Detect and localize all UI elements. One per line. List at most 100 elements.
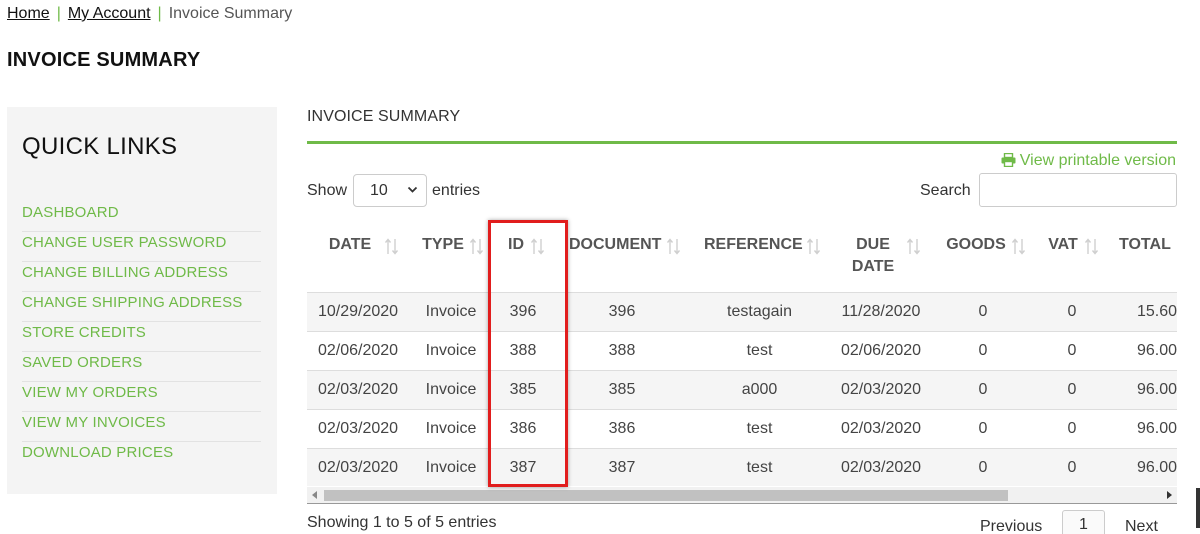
- cell-type: Invoice: [425, 459, 477, 476]
- breadcrumb: Home | My Account | Invoice Summary: [7, 5, 292, 23]
- column-header-document[interactable]: DOCUMENT: [569, 234, 661, 256]
- sidebar-item-saved-orders[interactable]: SAVED ORDERS: [22, 352, 261, 382]
- cell-reference: a000: [741, 381, 778, 398]
- section-heading: INVOICE SUMMARY: [307, 108, 461, 125]
- cell-date: 10/29/2020: [317, 303, 399, 320]
- cell-date: 02/03/2020: [317, 459, 399, 476]
- cell-document: 388: [608, 342, 636, 359]
- cell-reference: test: [746, 420, 773, 437]
- sidebar-item-download-prices[interactable]: DOWNLOAD PRICES: [22, 442, 261, 472]
- sidebar-item-billing-address[interactable]: CHANGE BILLING ADDRESS: [22, 262, 261, 292]
- chevron-down-icon: [407, 186, 418, 193]
- search-input[interactable]: [979, 173, 1177, 207]
- cell-due-date: 11/28/2020: [841, 303, 921, 320]
- column-header-goods[interactable]: GOODS: [945, 234, 1007, 256]
- sidebar-item-dashboard[interactable]: DASHBOARD: [22, 202, 261, 232]
- sidebar-item-store-credits[interactable]: STORE CREDITS: [22, 322, 261, 352]
- window-edge-marker: [1196, 488, 1200, 528]
- column-header-date[interactable]: DATE: [315, 234, 385, 256]
- cell-total: 96.00: [1136, 381, 1177, 398]
- cell-vat: 0: [1067, 459, 1077, 476]
- scroll-left-arrow-icon[interactable]: [312, 491, 318, 499]
- sidebar-item-view-orders[interactable]: VIEW MY ORDERS: [22, 382, 261, 412]
- breadcrumb-home-link[interactable]: Home: [7, 5, 50, 22]
- page-length-select[interactable]: 10: [353, 174, 428, 207]
- cell-type: Invoice: [425, 420, 477, 437]
- previous-page-button[interactable]: Previous: [980, 518, 1042, 534]
- table-row: 02/03/2020 Invoice 385 385 a000 02/03/20…: [307, 370, 1177, 409]
- id-column-highlight: [488, 220, 568, 487]
- cell-vat: 0: [1067, 342, 1077, 359]
- cell-due-date: 02/03/2020: [840, 420, 922, 437]
- sort-both-icon: [1012, 238, 1026, 255]
- cell-goods: 0: [978, 342, 988, 359]
- scroll-right-arrow-icon[interactable]: [1166, 491, 1172, 499]
- due-date-line-2: DATE: [851, 258, 895, 275]
- invoice-table: DATE TYPE ID DOCUMENT REFERENCE DUE DATE…: [307, 216, 1177, 486]
- cell-reference: testagain: [727, 303, 792, 320]
- column-header-due-date[interactable]: DUE DATE: [845, 234, 901, 278]
- cell-due-date: 02/03/2020: [840, 459, 922, 476]
- search-label: Search: [920, 182, 971, 199]
- sort-both-icon: [667, 238, 681, 255]
- page-1-button[interactable]: 1: [1062, 510, 1105, 534]
- heading-divider: [307, 141, 1177, 144]
- page-length-value: 10: [370, 181, 388, 199]
- cell-vat: 0: [1067, 420, 1077, 437]
- table-row: 02/03/2020 Invoice 387 387 test 02/03/20…: [307, 448, 1177, 486]
- cell-type: Invoice: [425, 381, 477, 398]
- column-header-type[interactable]: TYPE: [419, 234, 467, 256]
- breadcrumb-current: Invoice Summary: [168, 5, 293, 22]
- quick-links-list: DASHBOARD CHANGE USER PASSWORD CHANGE BI…: [22, 202, 261, 472]
- cell-document: 385: [608, 381, 636, 398]
- show-label: Show: [307, 181, 348, 199]
- next-page-button[interactable]: Next: [1125, 518, 1158, 534]
- sort-both-icon: [907, 238, 921, 255]
- column-header-total[interactable]: TOTAL: [1119, 234, 1177, 256]
- table-row: 02/06/2020 Invoice 388 388 test 02/06/20…: [307, 331, 1177, 370]
- breadcrumb-account-link[interactable]: My Account: [68, 5, 151, 22]
- cell-vat: 0: [1067, 303, 1077, 320]
- sort-both-icon: [470, 238, 484, 255]
- cell-date: 02/03/2020: [317, 381, 399, 398]
- cell-document: 387: [608, 459, 636, 476]
- cell-goods: 0: [978, 381, 988, 398]
- due-date-line-1: DUE: [856, 236, 890, 253]
- column-header-reference[interactable]: REFERENCE: [704, 234, 803, 256]
- sort-both-icon: [807, 238, 821, 255]
- page-length-control: Show 10 entries: [307, 174, 480, 207]
- cell-type: Invoice: [425, 303, 477, 320]
- cell-goods: 0: [978, 459, 988, 476]
- printer-icon: [1001, 153, 1016, 167]
- cell-date: 02/03/2020: [317, 420, 399, 437]
- cell-document: 396: [608, 303, 636, 320]
- printable-version-label: View printable version: [1019, 152, 1176, 169]
- cell-reference: test: [746, 459, 773, 476]
- sort-both-icon: [385, 238, 399, 255]
- horizontal-scrollbar[interactable]: [307, 487, 1177, 504]
- cell-document: 386: [608, 420, 636, 437]
- sidebar-item-change-password[interactable]: CHANGE USER PASSWORD: [22, 232, 261, 262]
- breadcrumb-separator: |: [56, 5, 61, 22]
- cell-total: 96.00: [1136, 459, 1177, 476]
- breadcrumb-separator: |: [157, 5, 162, 22]
- cell-total: 96.00: [1136, 420, 1177, 437]
- cell-total: 15.60: [1136, 303, 1177, 320]
- cell-goods: 0: [978, 303, 988, 320]
- quick-links-sidebar: QUICK LINKS DASHBOARD CHANGE USER PASSWO…: [7, 107, 277, 494]
- cell-date: 02/06/2020: [317, 342, 399, 359]
- scrollbar-thumb[interactable]: [324, 490, 1008, 501]
- entries-label: entries: [432, 181, 481, 199]
- sidebar-item-shipping-address[interactable]: CHANGE SHIPPING ADDRESS: [22, 292, 261, 322]
- printable-version-link[interactable]: View printable version: [1001, 152, 1176, 170]
- sort-both-icon: [1085, 238, 1099, 255]
- cell-reference: test: [746, 342, 773, 359]
- table-info: Showing 1 to 5 of 5 entries: [307, 514, 497, 531]
- cell-vat: 0: [1067, 381, 1077, 398]
- sidebar-item-view-invoices[interactable]: VIEW MY INVOICES: [22, 412, 261, 442]
- table-row: 02/03/2020 Invoice 386 386 test 02/03/20…: [307, 409, 1177, 448]
- cell-due-date: 02/03/2020: [840, 381, 922, 398]
- column-header-vat[interactable]: VAT: [1047, 234, 1079, 256]
- cell-total: 96.00: [1136, 342, 1177, 359]
- cell-due-date: 02/06/2020: [840, 342, 922, 359]
